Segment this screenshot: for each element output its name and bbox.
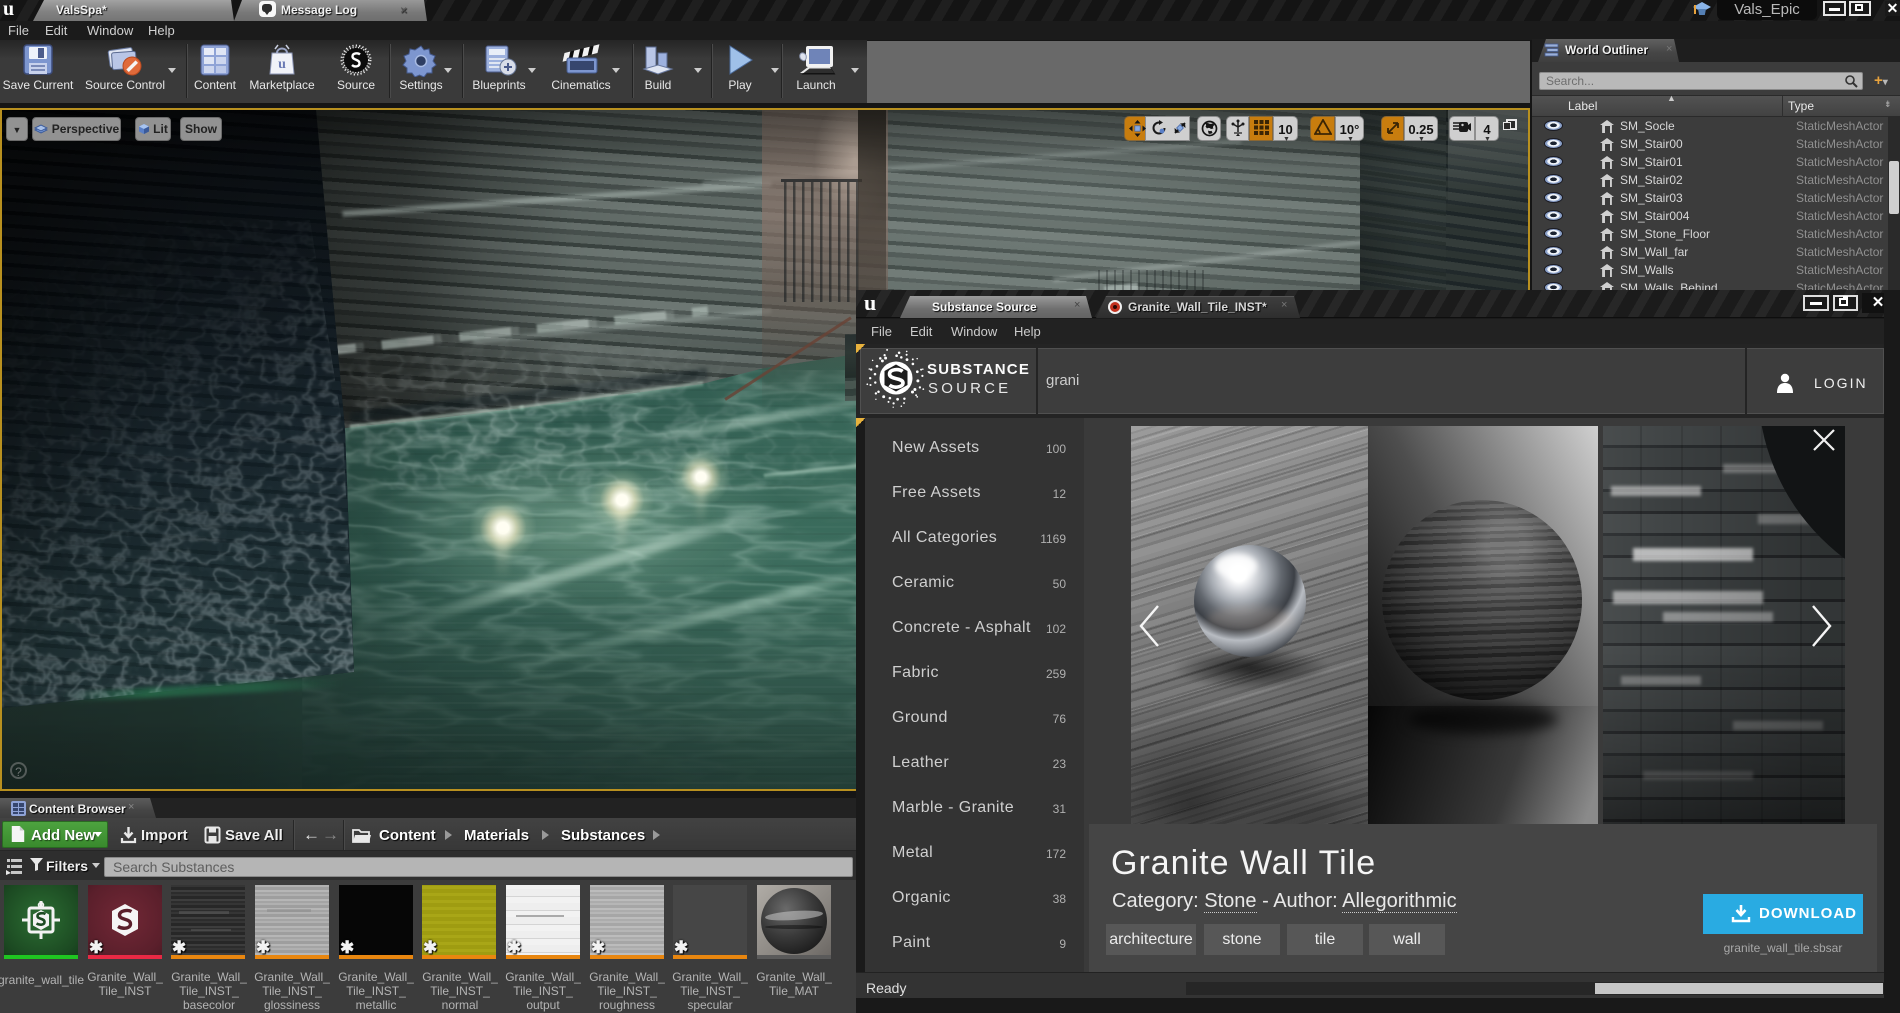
svg-text:u: u (278, 57, 286, 72)
